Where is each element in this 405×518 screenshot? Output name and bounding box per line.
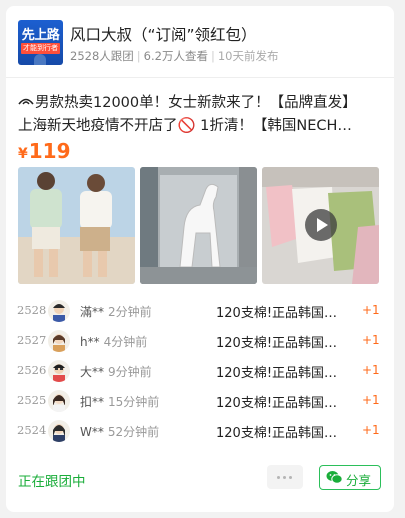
more-button[interactable] [267,465,303,489]
order-item: 120支棉!正品韩国… [216,336,338,351]
wechat-icon [326,471,343,484]
buyer-name-text: 扣** [80,395,105,409]
order-time: 52分钟前 [107,425,160,439]
order-item: 120支棉!正品韩国… [216,306,338,321]
group-buy-card[interactable]: 先上路 才能到行者 风口大叔（“订阅”领红包） 2528人跟团 | 6.2万人查看 |… [6,6,394,512]
order-time: 15分钟前 [108,395,160,409]
eye-icon [18,98,34,105]
logo-text-sub: 才能到行者 [21,43,60,54]
buyer-name-text: 滿** [80,305,105,319]
avatar [48,420,70,442]
order-number: 2528 [17,303,47,317]
share-label: 分享 [346,473,372,488]
avatar [48,300,70,322]
order-quantity: +1 [362,303,380,317]
order-number: 2527 [17,333,47,347]
description-line-1: 男款热卖12000单！女士新款来了！【品牌直发】 [18,92,382,115]
more-dots-icon [283,476,286,479]
published-time: 10天前发布 [217,49,279,63]
buyer-name: h** 4分钟前 [80,333,210,350]
share-button[interactable]: 分享 [319,465,381,490]
order-item: 120支棉!正品韩国… [216,426,338,441]
followers-count: 2528人跟团 [70,49,134,63]
views-count: 6.2万人查看 [143,49,208,63]
more-dots-icon [277,476,280,479]
logo-person-icon [34,54,46,65]
order-number: 2525 [17,393,47,407]
order-time: 2分钟前 [108,305,152,319]
avatar [48,390,70,412]
logo-text-main: 先上路 [21,28,60,43]
order-quantity: +1 [362,393,380,407]
shop-meta: 2528人跟团 | 6.2万人查看 | 10天前发布 [70,48,380,64]
order-row[interactable]: 2525 扣** 15分钟前 120支棉!正品韩国… +1 [6,387,394,417]
order-row[interactable]: 2527 h** 4分钟前 120支棉!正品韩国… +1 [6,327,394,357]
order-time: 4分钟前 [103,335,148,349]
play-icon[interactable] [305,209,337,241]
price-value: 119 [28,139,71,163]
buyer-name: W** 52分钟前 [80,423,210,440]
more-dots-icon [289,476,292,479]
currency-symbol: ¥ [18,146,28,162]
divider: | [210,49,215,63]
buyer-name: 滿** 2分钟前 [80,303,210,320]
order-number: 2524 [17,423,47,437]
order-quantity: +1 [362,423,380,437]
order-item: 120支棉!正品韩国… [216,366,338,381]
divider: | [136,49,141,63]
order-quantity: +1 [362,363,380,377]
description-line-2: 上海新天地疫情不开店了🚫 1折清！【韩国NECH… [18,118,352,134]
buyer-name: 大** 9分钟前 [80,363,210,380]
order-number: 2526 [17,363,47,377]
order-row[interactable]: 2528 滿** 2分钟前 120支棉!正品韩国… +1 [6,297,394,327]
product-video[interactable] [262,167,379,284]
buyer-name: 扣** 15分钟前 [80,393,210,410]
product-image-2[interactable] [140,167,257,284]
order-item: 120支棉!正品韩国… [216,396,338,411]
order-quantity: +1 [362,333,380,347]
order-time: 9分钟前 [108,365,152,379]
buyer-name-text: W** [80,425,104,439]
order-row[interactable]: 2524 W** 52分钟前 120支棉!正品韩国… +1 [6,417,394,447]
following-status[interactable]: 正在跟团中 [18,470,86,490]
avatar [48,360,70,382]
description-text-1: 男款热卖12000单！女士新款来了！【品牌直发】 [35,95,357,111]
product-image-1[interactable] [18,167,135,284]
order-row[interactable]: 2526 大** 9分钟前 120支棉!正品韩国… +1 [6,357,394,387]
post-description[interactable]: 男款热卖12000单！女士新款来了！【品牌直发】 上海新天地疫情不开店了🚫 1折… [18,92,382,138]
shop-title[interactable]: 风口大叔（“订阅”领红包） [70,23,380,45]
buyer-name-text: 大** [80,365,105,379]
price: ¥119 [18,139,71,163]
buyer-name-text: h** [80,335,100,349]
card-header[interactable]: 先上路 才能到行者 风口大叔（“订阅”领红包） 2528人跟团 | 6.2万人查看 |… [6,6,394,78]
shop-logo[interactable]: 先上路 才能到行者 [18,20,63,65]
avatar [48,330,70,352]
